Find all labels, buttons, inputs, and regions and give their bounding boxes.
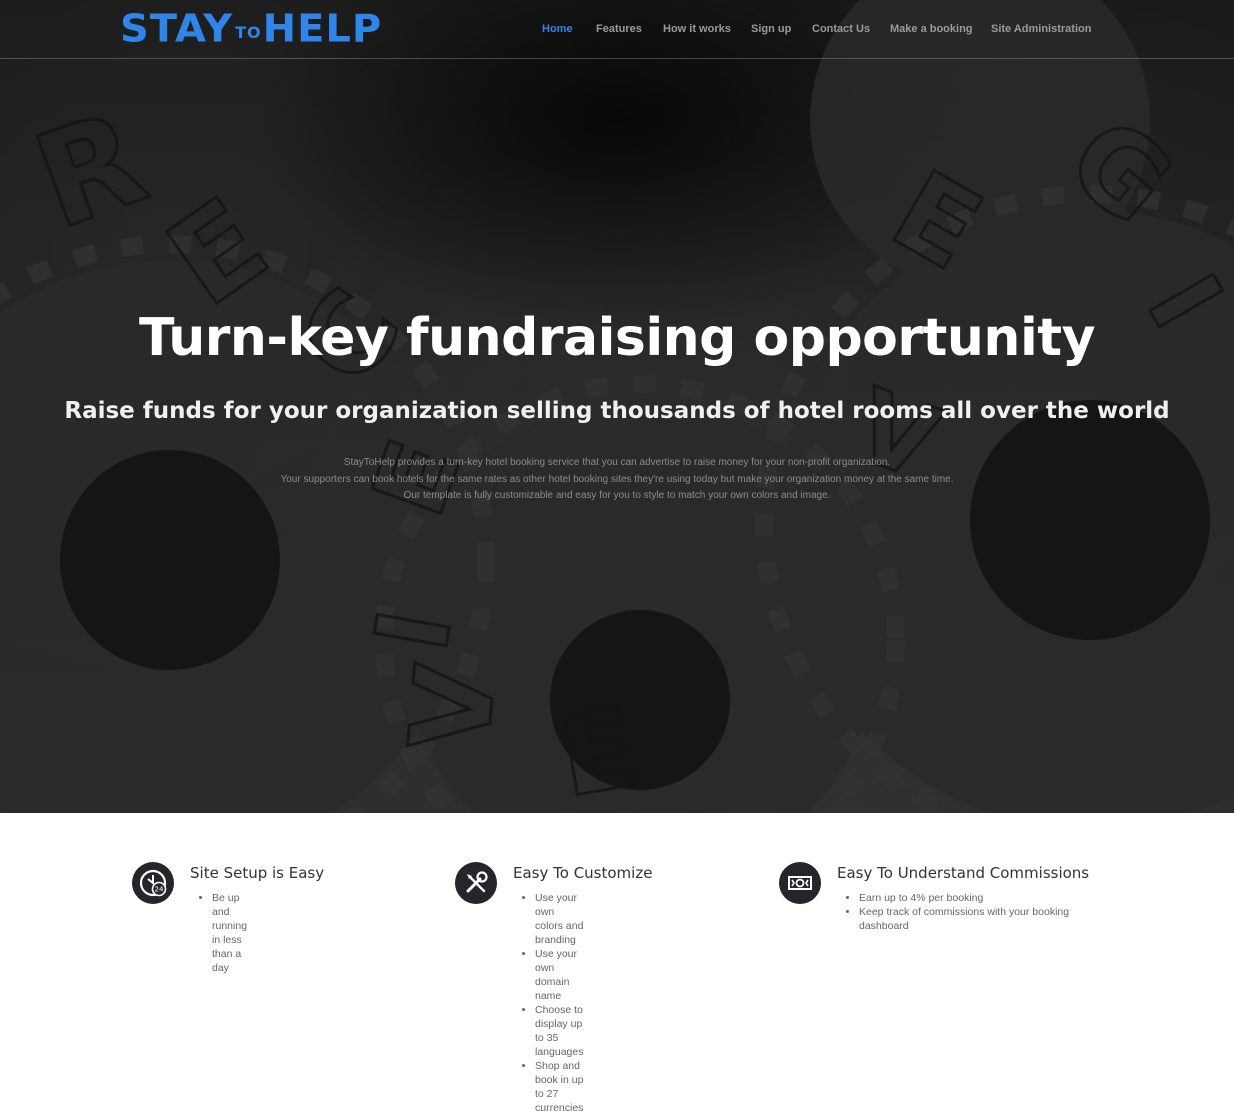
- nav-how-it-works[interactable]: How it works: [663, 21, 731, 37]
- feature-bullet: Keep track of commissions with your book…: [859, 905, 1079, 933]
- gear-letter: R: [17, 81, 163, 258]
- feature-bullet: Choose to display up to 35 languages: [535, 1003, 583, 1059]
- hero-description-line: StayToHelp provides a turn-key hotel boo…: [343, 457, 891, 468]
- nav-site-administration[interactable]: Site Administration: [991, 21, 1091, 37]
- nav-home[interactable]: Home: [542, 21, 573, 37]
- site-logo[interactable]: STAY TO HELP: [120, 9, 382, 49]
- svg-text:24: 24: [155, 886, 164, 894]
- feature-bullet: Earn up to 4% per booking: [859, 891, 1079, 905]
- feature-bullet-list: Be up and running in less than a day: [190, 891, 247, 975]
- nav-make-a-booking[interactable]: Make a booking: [890, 21, 973, 37]
- hero-subtitle: Raise funds for your organization sellin…: [64, 398, 1170, 424]
- hero-description-line: Our template is fully customizable and e…: [403, 490, 831, 501]
- hero-title: Turn-key fundraising opportunity: [138, 308, 1096, 368]
- feature-bullet: Use your own domain name: [535, 947, 583, 1003]
- feature-bullet-list: Earn up to 4% per booking Keep track of …: [837, 891, 1079, 933]
- hero-section: R E C E I V E G I V E STAY TO HELP Home …: [0, 0, 1234, 813]
- feature-title: Easy To Understand Commissions: [837, 864, 1090, 882]
- hero-description: StayToHelp provides a turn-key hotel boo…: [0, 455, 1234, 505]
- hero-description-line: Your supporters can book hotels for the …: [280, 473, 954, 485]
- feature-bullet-list: Use your own colors and branding Use you…: [513, 891, 583, 1115]
- nav-contact-us[interactable]: Contact Us: [812, 21, 870, 37]
- feature-bullet: Use your own colors and branding: [535, 891, 583, 947]
- feature-title: Easy To Customize: [513, 864, 653, 882]
- logo-text-to: TO: [235, 23, 262, 42]
- nav-features[interactable]: Features: [596, 21, 642, 37]
- feature-bullet: Shop and book in up to 27 currencies: [535, 1059, 583, 1115]
- tools-icon: [455, 862, 497, 904]
- logo-text-help: HELP: [262, 7, 383, 51]
- gear-letter: V: [386, 660, 521, 756]
- clock-24-icon: 24: [132, 862, 174, 904]
- nav-sign-up[interactable]: Sign up: [751, 21, 791, 37]
- top-navigation-bar: STAY TO HELP Home Features How it works …: [0, 0, 1234, 59]
- feature-bullet: Be up and running in less than a day: [212, 891, 247, 975]
- feature-title: Site Setup is Easy: [190, 864, 325, 882]
- logo-text-stay: STAY: [120, 7, 234, 51]
- money-icon: [779, 862, 821, 904]
